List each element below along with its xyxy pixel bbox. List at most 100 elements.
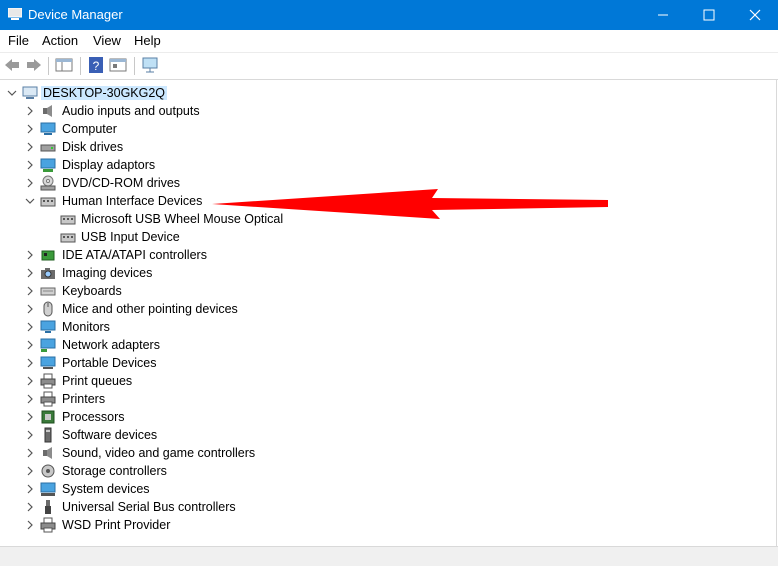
help-icon[interactable]: ? (86, 56, 106, 74)
tree-item-usb-controllers[interactable]: Universal Serial Bus controllers (0, 498, 776, 516)
chevron-right-icon[interactable] (24, 267, 36, 279)
chevron-right-icon[interactable] (24, 357, 36, 369)
chevron-right-icon[interactable] (24, 141, 36, 153)
back-arrow-icon[interactable] (2, 56, 22, 74)
hid-icon (60, 233, 76, 243)
tree-item-network-adapters[interactable]: Network adapters (0, 336, 776, 354)
chevron-right-icon[interactable] (24, 303, 36, 315)
chevron-right-icon[interactable] (24, 249, 36, 261)
chevron-down-icon[interactable] (24, 195, 36, 207)
tree-item-label: Portable Devices (62, 356, 157, 370)
chevron-right-icon[interactable] (24, 393, 36, 405)
tree-item-label: Sound, video and game controllers (62, 446, 256, 460)
tree-item-monitors[interactable]: Monitors (0, 318, 776, 336)
properties-icon[interactable] (108, 56, 128, 74)
tree-item-label: IDE ATA/ATAPI controllers (62, 248, 207, 262)
chevron-right-icon[interactable] (24, 321, 36, 333)
tree-item-display-adaptors[interactable]: Display adaptors (0, 156, 776, 174)
tree-item-print-queues[interactable]: Print queues (0, 372, 776, 390)
tree-item-printers[interactable]: Printers (0, 390, 776, 408)
tree-item-label: Printers (62, 392, 106, 406)
keyboard-icon (40, 287, 56, 296)
ide-controller-icon (41, 250, 55, 261)
tree-item-usb-input-device[interactable]: USB Input Device (0, 228, 776, 246)
toolbar-separator (80, 57, 81, 75)
chevron-right-icon[interactable] (24, 519, 36, 531)
tree-item-disk-drives[interactable]: Disk drives (0, 138, 776, 156)
chevron-right-icon[interactable] (24, 339, 36, 351)
chevron-right-icon[interactable] (24, 501, 36, 513)
minimize-icon (658, 14, 668, 16)
chevron-right-icon[interactable] (24, 483, 36, 495)
tree-item-label: Processors (62, 410, 125, 424)
tree-item-keyboards[interactable]: Keyboards (0, 282, 776, 300)
tree-item-computer[interactable]: Computer (0, 120, 776, 138)
show-hide-console-tree-icon[interactable] (54, 56, 74, 74)
chevron-right-icon[interactable] (24, 465, 36, 477)
mouse-icon (43, 301, 53, 317)
tree-item-label: Software devices (62, 428, 158, 442)
svg-text:?: ? (93, 59, 100, 73)
chevron-right-icon[interactable] (24, 429, 36, 441)
hid-icon (40, 197, 56, 207)
tree-item-sound-video-game[interactable]: Sound, video and game controllers (0, 444, 776, 462)
chevron-right-icon[interactable] (24, 375, 36, 387)
tree-item-audio-inputs[interactable]: Audio inputs and outputs (0, 102, 776, 120)
tree-item-ide-controllers[interactable]: IDE ATA/ATAPI controllers (0, 246, 776, 264)
minimize-button[interactable] (640, 0, 686, 30)
tree-item-label: WSD Print Provider (62, 518, 171, 532)
chevron-down-icon[interactable] (6, 87, 18, 99)
tree-item-label: Disk drives (62, 140, 124, 154)
tree-item-processors[interactable]: Processors (0, 408, 776, 426)
tree-item-label: Keyboards (62, 284, 122, 298)
toolbar: ? (0, 53, 778, 80)
tree-item-mice[interactable]: Mice and other pointing devices (0, 300, 776, 318)
status-bar (0, 546, 778, 566)
printer-icon (40, 391, 56, 407)
tree-item-storage-controllers[interactable]: Storage controllers (0, 462, 776, 480)
tree-item-software-devices[interactable]: Software devices (0, 426, 776, 444)
tree-item-label: Imaging devices (62, 266, 153, 280)
system-device-icon (40, 482, 56, 496)
toolbar-separator (48, 57, 49, 75)
chevron-right-icon[interactable] (24, 123, 36, 135)
network-adapter-icon (40, 338, 56, 352)
speaker-icon (43, 105, 52, 117)
monitor-icon (40, 320, 56, 333)
hid-icon (60, 215, 76, 225)
chevron-right-icon[interactable] (24, 159, 36, 171)
tree-item-label: Print queues (62, 374, 133, 388)
tree-item-label: DVD/CD-ROM drives (62, 176, 181, 190)
device-tree: DESKTOP-30GKG2Q Audio inputs and outputs… (0, 80, 777, 546)
printer-icon (40, 517, 56, 533)
chevron-right-icon[interactable] (24, 447, 36, 459)
maximize-button[interactable] (686, 0, 732, 30)
tree-item-label: USB Input Device (81, 230, 180, 244)
chevron-right-icon[interactable] (24, 411, 36, 423)
speaker-icon (43, 447, 52, 459)
tree-item-imaging-devices[interactable]: Imaging devices (0, 264, 776, 282)
computer-icon (40, 122, 56, 135)
window-title: Device Manager (28, 7, 123, 22)
menu-file[interactable]: File (8, 33, 29, 48)
tree-item-portable-devices[interactable]: Portable Devices (0, 354, 776, 372)
scan-hardware-icon[interactable] (140, 56, 160, 74)
close-button[interactable] (732, 0, 778, 30)
usb-icon (45, 500, 51, 514)
tree-item-label: Display adaptors (62, 158, 156, 172)
device-manager-icon (8, 8, 22, 20)
tree-root[interactable]: DESKTOP-30GKG2Q (0, 84, 776, 102)
tree-item-label: Mice and other pointing devices (62, 302, 238, 316)
tree-item-system-devices[interactable]: System devices (0, 480, 776, 498)
chevron-right-icon[interactable] (24, 177, 36, 189)
menu-help[interactable]: Help (134, 33, 161, 48)
forward-arrow-icon[interactable] (24, 56, 44, 74)
menu-action[interactable]: Action (42, 33, 78, 48)
camera-icon (41, 268, 55, 279)
chevron-right-icon[interactable] (24, 105, 36, 117)
tree-item-wsd-print-provider[interactable]: WSD Print Provider (0, 516, 776, 534)
red-arrow-annotation (212, 189, 608, 219)
tree-item-label: Audio inputs and outputs (62, 104, 200, 118)
menu-view[interactable]: View (93, 33, 121, 48)
chevron-right-icon[interactable] (24, 285, 36, 297)
